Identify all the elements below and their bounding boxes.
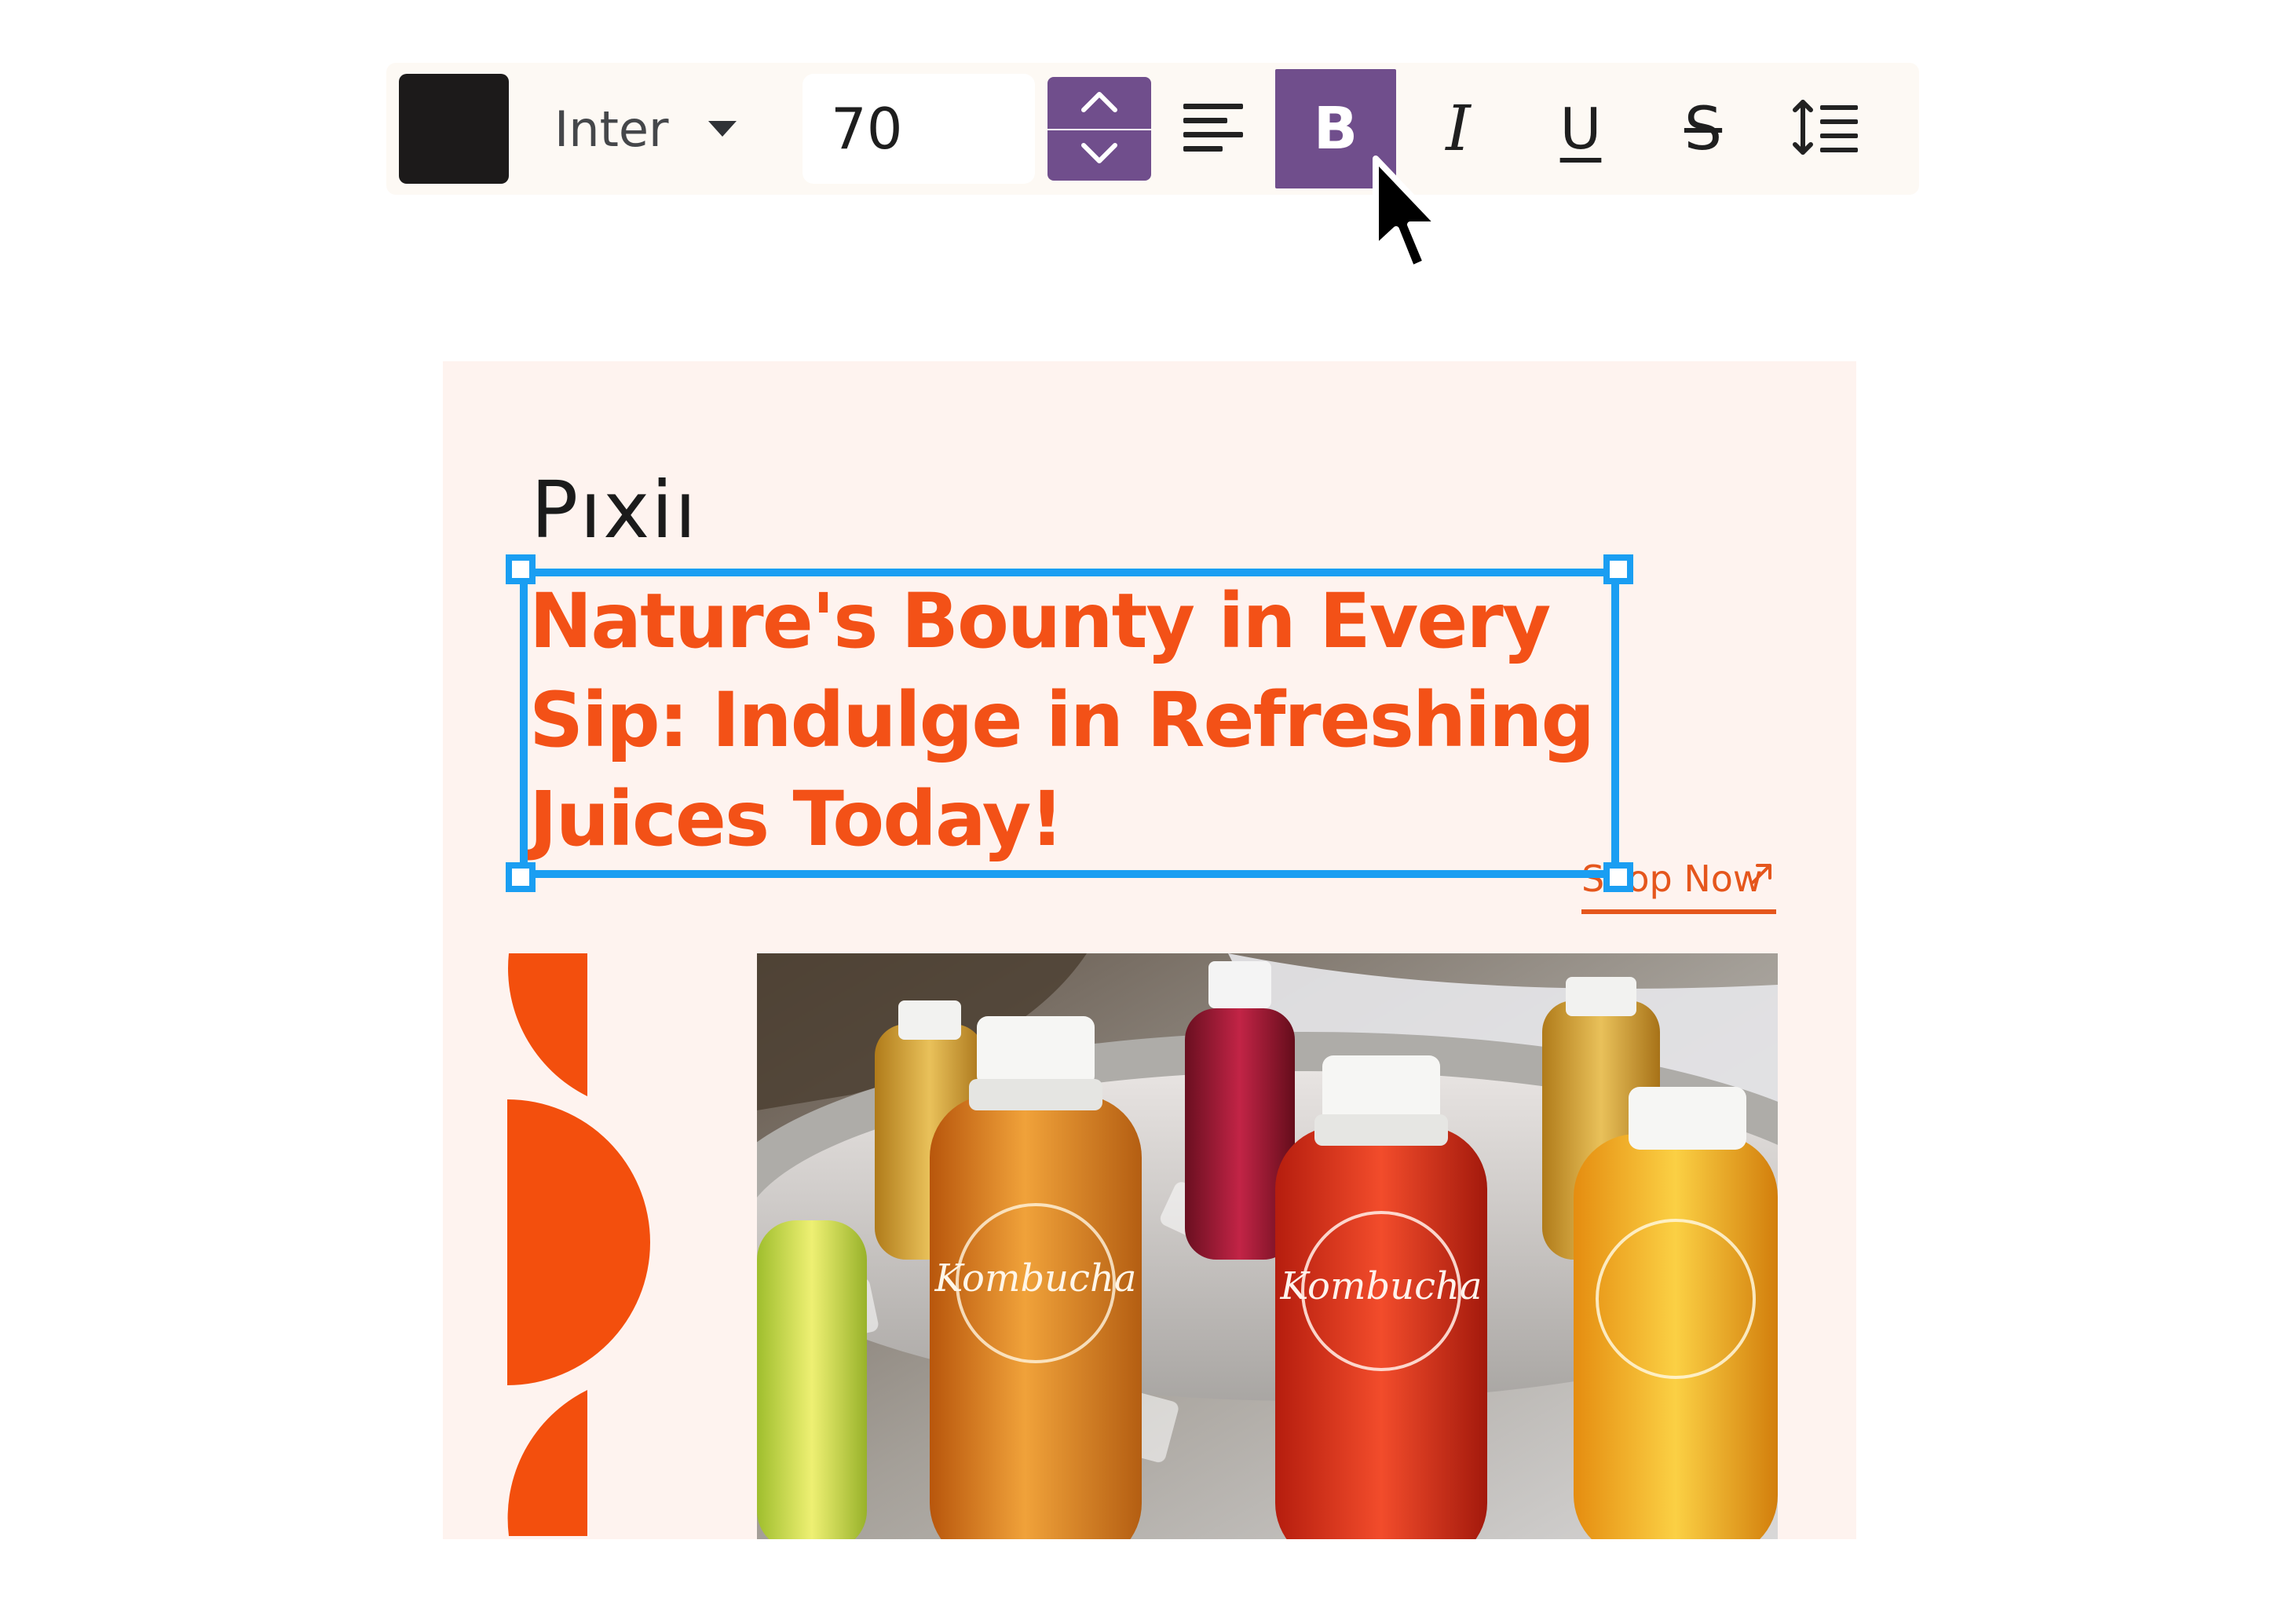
- headline-text[interactable]: Nature's Bounty in Every Sip: Indulge in…: [529, 572, 1644, 869]
- underline-button[interactable]: U: [1520, 69, 1641, 188]
- design-canvas-card: Pıxiı Nature's Bounty in Every Sip: Indu…: [443, 361, 1856, 1539]
- brand-logo: Pıxiı: [531, 464, 698, 556]
- bold-label: B: [1313, 95, 1358, 163]
- chevron-up-icon: [1080, 90, 1118, 116]
- link-underline: [1581, 909, 1776, 914]
- resize-handle-top-right[interactable]: [1603, 554, 1633, 584]
- mouse-pointer-icon: [1369, 154, 1445, 291]
- italic-label: I: [1446, 92, 1471, 165]
- font-family-value: Inter: [554, 100, 669, 158]
- align-left-icon: [1182, 101, 1245, 157]
- chevron-down-icon: [1080, 142, 1118, 169]
- resize-handle-top-left[interactable]: [506, 554, 536, 584]
- strikethrough-button[interactable]: S: [1643, 69, 1764, 188]
- kombucha-bottles-photo: Kombucha Kombucha: [757, 953, 1778, 1539]
- arrow-up-right-icon: [1748, 861, 1775, 891]
- font-family-dropdown[interactable]: Inter: [540, 86, 760, 171]
- svg-text:Kombucha: Kombucha: [934, 1256, 1136, 1300]
- underline-label: U: [1559, 96, 1602, 162]
- increase-size-button[interactable]: [1047, 77, 1151, 129]
- strikethrough-label: S: [1684, 93, 1723, 163]
- line-height-icon: [1792, 99, 1859, 159]
- font-size-stepper[interactable]: [1047, 77, 1151, 181]
- decorative-half-circles: [506, 950, 663, 1539]
- resize-handle-bottom-left[interactable]: [506, 862, 536, 892]
- text-align-button[interactable]: [1153, 69, 1274, 188]
- decrease-size-button[interactable]: [1047, 129, 1151, 181]
- svg-text:Kombucha: Kombucha: [1279, 1264, 1482, 1308]
- font-size-input[interactable]: [803, 74, 1035, 184]
- resize-handle-bottom-right[interactable]: [1603, 862, 1633, 892]
- chevron-down-icon: [707, 119, 738, 141]
- text-format-toolbar: Inter B I: [386, 63, 1919, 195]
- line-height-button[interactable]: [1765, 69, 1886, 188]
- text-color-swatch[interactable]: [399, 74, 509, 184]
